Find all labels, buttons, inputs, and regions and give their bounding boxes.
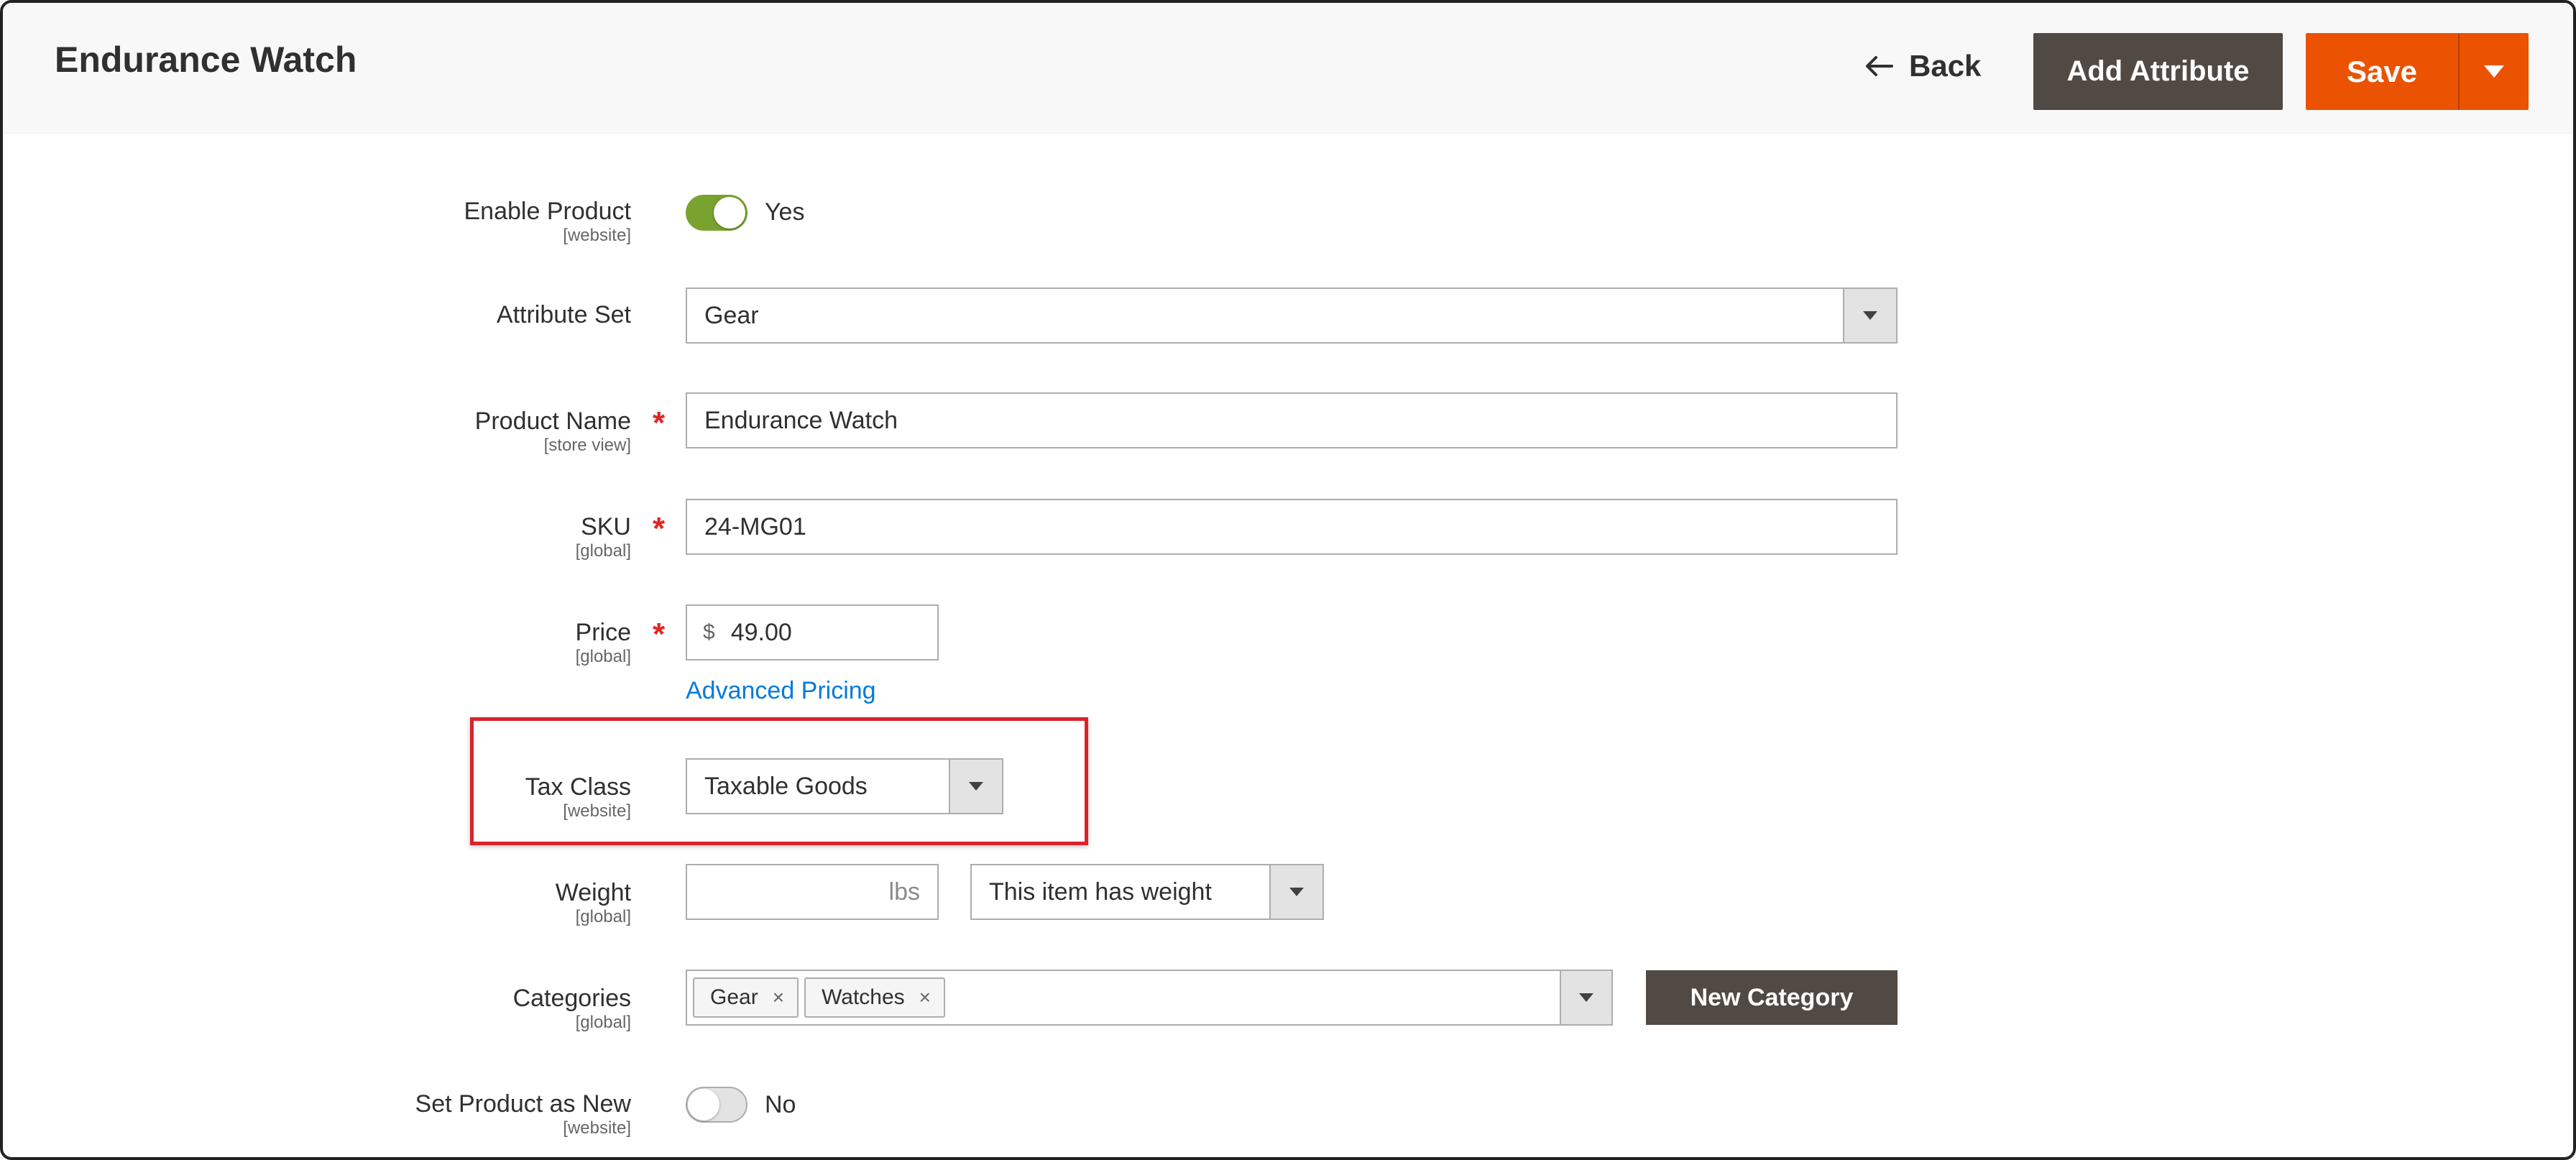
tax-class-dropdown-button[interactable] — [949, 760, 1002, 813]
required-marker: * — [653, 511, 666, 546]
attribute-set-label: Attribute Set — [497, 300, 631, 329]
sku-value: 24-MG01 — [704, 512, 806, 540]
save-options-toggle[interactable] — [2460, 33, 2529, 110]
price-value: 49.00 — [730, 618, 792, 646]
attribute-set-select[interactable]: Gear — [686, 287, 1898, 344]
sku-scope: [global] — [575, 541, 631, 561]
enable-product-label: Enable Product [website] — [464, 197, 632, 246]
save-button[interactable]: Save — [2306, 33, 2458, 110]
product-name-scope: [store view] — [543, 436, 631, 455]
price-label-text: Price — [575, 619, 631, 646]
sku-input[interactable]: 24-MG01 — [686, 499, 1898, 555]
required-marker: * — [653, 405, 666, 441]
back-button[interactable]: Back — [1864, 49, 1981, 83]
toggle-knob — [714, 197, 745, 229]
enable-product-scope: [website] — [563, 226, 631, 245]
add-attribute-button[interactable]: Add Attribute — [2033, 33, 2283, 110]
page-header: Endurance Watch Back Add Attribute Save — [3, 3, 2573, 134]
tax-class-select[interactable]: Taxable Goods — [686, 758, 1003, 814]
categories-scope: [global] — [575, 1013, 631, 1032]
save-split-button: Save — [2306, 33, 2529, 110]
set-new-label: Set Product as New [website] — [415, 1090, 631, 1138]
tax-class-label: Tax Class [website] — [525, 773, 631, 821]
arrow-left-icon — [1866, 56, 1893, 76]
page-title: Endurance Watch — [55, 40, 357, 80]
weight-label-text: Weight — [555, 879, 631, 906]
categories-multiselect[interactable]: Gear × Watches × — [686, 970, 1613, 1026]
chevron-down-icon — [969, 782, 983, 791]
weight-input[interactable]: lbs — [686, 864, 939, 920]
back-label: Back — [1909, 49, 1982, 83]
toggle-knob — [688, 1089, 719, 1120]
weight-scope: [global] — [575, 907, 631, 926]
categories-label-text: Categories — [512, 985, 631, 1012]
sku-label: SKU [global] — [576, 512, 631, 561]
close-icon[interactable]: × — [919, 986, 931, 1009]
categories-label: Categories [global] — [513, 984, 631, 1033]
enable-product-value: Yes — [765, 198, 805, 226]
set-new-value: No — [765, 1091, 796, 1118]
category-chip-gear[interactable]: Gear × — [693, 977, 799, 1018]
enable-product-label-text: Enable Product — [464, 198, 632, 225]
categories-dropdown-button[interactable] — [1560, 971, 1611, 1024]
set-new-label-text: Set Product as New — [415, 1090, 631, 1118]
enable-product-toggle[interactable] — [686, 195, 748, 231]
attribute-set-label-text: Attribute Set — [496, 301, 631, 328]
weight-unit: lbs — [888, 878, 920, 906]
weight-type-select[interactable]: This item has weight — [970, 864, 1324, 920]
product-name-label: Product Name [store view] — [475, 407, 631, 456]
attribute-set-dropdown-button[interactable] — [1843, 289, 1896, 342]
advanced-pricing-link[interactable]: Advanced Pricing — [686, 677, 876, 705]
chip-label: Gear — [710, 985, 758, 1009]
set-new-scope: [website] — [563, 1118, 631, 1138]
tax-class-scope: [website] — [563, 801, 631, 821]
close-icon[interactable]: × — [773, 986, 784, 1009]
product-name-value: Endurance Watch — [704, 406, 898, 434]
app-window: Endurance Watch Back Add Attribute Save … — [0, 0, 2576, 1160]
price-scope: [global] — [575, 647, 631, 666]
price-input[interactable]: $ 49.00 — [686, 604, 939, 660]
chevron-down-icon — [1863, 311, 1877, 320]
chevron-down-icon — [2484, 65, 2504, 78]
category-chip-watches[interactable]: Watches × — [804, 977, 946, 1018]
attribute-set-value: Gear — [704, 301, 759, 329]
chevron-down-icon — [1579, 993, 1593, 1002]
required-marker: * — [653, 617, 666, 652]
product-name-input[interactable]: Endurance Watch — [686, 392, 1898, 448]
chip-label: Watches — [822, 985, 905, 1009]
set-new-toggle[interactable] — [686, 1087, 748, 1123]
currency-symbol: $ — [703, 620, 715, 644]
chevron-down-icon — [1289, 888, 1304, 896]
sku-label-text: SKU — [581, 513, 631, 540]
tax-class-value: Taxable Goods — [704, 772, 868, 800]
tax-class-label-text: Tax Class — [525, 773, 631, 801]
new-category-button[interactable]: New Category — [1646, 970, 1898, 1025]
weight-label: Weight [global] — [556, 878, 631, 927]
weight-type-dropdown-button[interactable] — [1269, 865, 1322, 919]
weight-type-value: This item has weight — [989, 878, 1212, 906]
product-name-label-text: Product Name — [474, 408, 631, 435]
price-label: Price [global] — [576, 618, 631, 667]
